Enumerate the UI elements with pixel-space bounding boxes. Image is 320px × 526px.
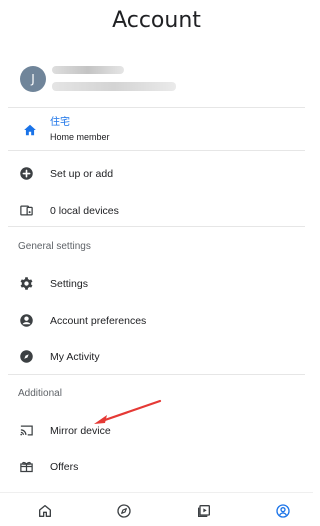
additional-divider — [8, 374, 305, 375]
home-outline-icon[interactable] — [37, 503, 53, 519]
account-preferences-row[interactable]: Account preferences — [18, 312, 288, 334]
play-library-icon[interactable] — [196, 503, 212, 519]
general-settings-heading: General settings — [18, 241, 91, 252]
general-divider — [8, 226, 305, 227]
offers-label: Offers — [50, 461, 79, 473]
my-activity-row[interactable]: My Activity — [18, 348, 288, 370]
home-selector[interactable]: 住宅 Home member — [8, 109, 305, 150]
local-devices-row[interactable]: 0 local devices — [18, 202, 288, 224]
devices-icon — [20, 205, 33, 216]
additional-heading: Additional — [18, 388, 62, 399]
account-circle-icon — [20, 314, 33, 327]
account-row[interactable]: J — [20, 64, 290, 96]
my-activity-label: My Activity — [50, 351, 100, 363]
home-icon — [24, 124, 36, 136]
gift-icon — [20, 461, 33, 473]
account-screen: Account J 住宅 Home member Set up or add 0… — [0, 0, 313, 526]
local-devices-label: 0 local devices — [50, 205, 119, 217]
home-role: Home member — [50, 132, 110, 142]
setup-row[interactable]: Set up or add — [18, 165, 288, 187]
settings-label: Settings — [50, 278, 88, 290]
gear-icon — [20, 277, 33, 290]
page-title: Account — [112, 8, 201, 33]
bottom-navigation — [0, 492, 313, 526]
setup-label: Set up or add — [50, 168, 114, 180]
compass-outline-icon[interactable] — [116, 503, 132, 519]
account-preferences-label: Account preferences — [50, 315, 147, 327]
mirror-device-row[interactable]: Mirror device — [18, 422, 288, 444]
cast-icon — [20, 425, 33, 436]
plus-circle-icon — [20, 167, 33, 180]
account-name-blur — [52, 66, 124, 74]
account-outline-icon[interactable] — [275, 503, 291, 519]
compass-icon — [20, 350, 33, 363]
mirror-device-label: Mirror device — [50, 425, 111, 437]
avatar: J — [20, 66, 46, 92]
top-divider — [8, 107, 305, 108]
settings-row[interactable]: Settings — [18, 275, 288, 297]
home-name: 住宅 — [50, 117, 70, 128]
home-divider — [8, 150, 305, 151]
offers-row[interactable]: Offers — [18, 458, 288, 480]
account-email-blur — [52, 82, 176, 91]
